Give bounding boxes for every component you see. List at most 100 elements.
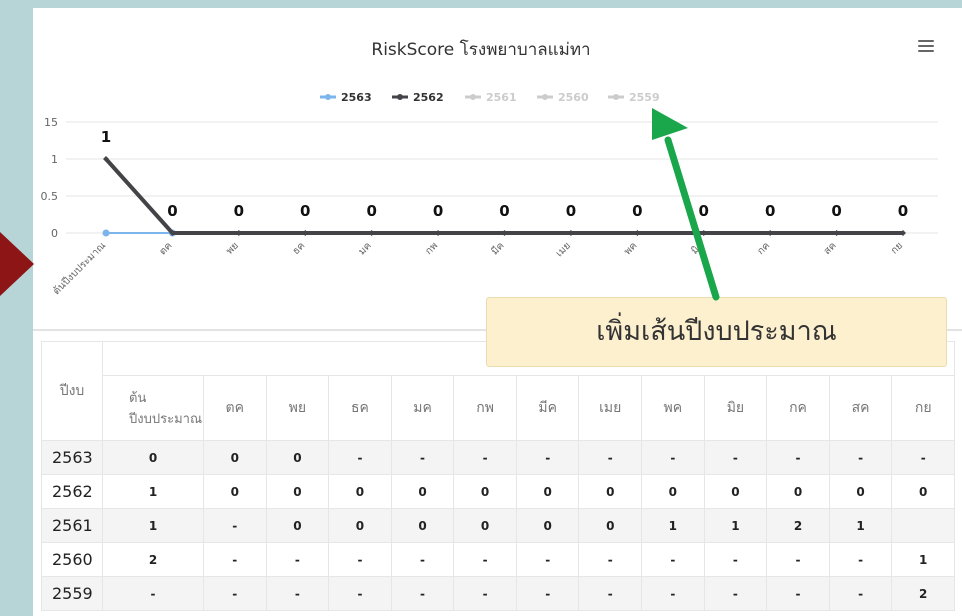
row-year: 2563 bbox=[41, 440, 103, 475]
data-label: 0 bbox=[433, 202, 443, 220]
table-cell: - bbox=[515, 440, 580, 475]
y-tick-label: 0.5 bbox=[41, 190, 59, 203]
table-cell: 0 bbox=[265, 474, 330, 509]
table-cell: - bbox=[828, 576, 893, 611]
x-tick-label: มค bbox=[357, 240, 374, 257]
y-tick-label: 1 bbox=[51, 153, 58, 166]
column-header: กย bbox=[891, 375, 956, 441]
table-cell: - bbox=[703, 440, 768, 475]
table-cell: - bbox=[515, 542, 580, 577]
legend-label: 2562 bbox=[413, 91, 444, 104]
column-header: ตค bbox=[203, 375, 267, 441]
legend-item-2561[interactable]: 2561 bbox=[465, 91, 517, 104]
point-2562[interactable] bbox=[700, 230, 707, 236]
table-cell: - bbox=[453, 576, 517, 611]
column-header: สค bbox=[828, 375, 893, 441]
table-cell: 0 bbox=[203, 474, 267, 509]
table-cell: 0 bbox=[203, 440, 267, 475]
table-cell: - bbox=[703, 576, 768, 611]
x-tick-label: ธค bbox=[291, 240, 308, 257]
data-label: 0 bbox=[300, 202, 310, 220]
data-label: 0 bbox=[765, 202, 775, 220]
column-header: กค bbox=[766, 375, 830, 441]
column-header: พย bbox=[265, 375, 330, 441]
table-row: 2561 1-0 0 0 0 0 0 1 1 2 1 bbox=[41, 508, 956, 543]
column-header: ต้น ปีงบประมาณ bbox=[102, 375, 204, 441]
point-2562[interactable] bbox=[567, 230, 574, 236]
x-tick-label: เมย bbox=[554, 240, 573, 259]
table-cell: 0 bbox=[265, 508, 330, 543]
point-2563[interactable] bbox=[102, 229, 110, 237]
table-cell: 2 bbox=[766, 508, 830, 543]
table-cell: 0 bbox=[641, 474, 705, 509]
table-cell: - bbox=[766, 440, 830, 475]
table-cell: - bbox=[203, 576, 267, 611]
legend-marker bbox=[470, 94, 476, 100]
table-cell: - bbox=[766, 576, 830, 611]
table-cell: 0 bbox=[390, 474, 455, 509]
row-year: 2561 bbox=[41, 508, 103, 543]
row-year: 2560 bbox=[41, 542, 103, 577]
table-cell: 0 bbox=[891, 474, 956, 509]
legend-marker bbox=[397, 94, 403, 100]
legend-label: 2561 bbox=[486, 91, 517, 104]
table-cell: 0 bbox=[578, 508, 643, 543]
legend-marker bbox=[542, 94, 548, 100]
table-cell: - bbox=[390, 542, 455, 577]
point-2562[interactable] bbox=[634, 230, 641, 236]
table-cell: 0 bbox=[328, 474, 392, 509]
table-cell: - bbox=[578, 542, 643, 577]
column-header: ธค bbox=[328, 375, 392, 441]
table-cell: 0 bbox=[766, 474, 830, 509]
legend-item-2562[interactable]: 2562 bbox=[392, 91, 444, 104]
table-cell: 0 bbox=[828, 474, 893, 509]
legend-item-2563[interactable]: 2563 bbox=[320, 91, 372, 104]
table-cell: - bbox=[328, 576, 392, 611]
line-chart: 1510.50ต้นปีงบประมาณ ตค พย ธค มค กพ มีค เมย พค มิ… bbox=[41, 91, 938, 297]
table-cell: 1 bbox=[703, 508, 768, 543]
point-2562[interactable] bbox=[302, 230, 309, 236]
data-label: 0 bbox=[499, 202, 509, 220]
point-2562[interactable] bbox=[501, 230, 508, 236]
table-cell: - bbox=[453, 542, 517, 577]
row-year: 2562 bbox=[41, 474, 103, 509]
data-label: 0 bbox=[234, 202, 244, 220]
point-2562[interactable] bbox=[435, 230, 442, 236]
table-cell: 0 bbox=[328, 508, 392, 543]
column-header: พค bbox=[641, 375, 705, 441]
table-cell: - bbox=[328, 440, 392, 475]
point-2562[interactable] bbox=[767, 230, 774, 236]
column-header: มีค bbox=[515, 375, 580, 441]
column-header: มิย bbox=[703, 375, 768, 441]
legend-marker bbox=[613, 94, 619, 100]
riskscore-table: ปีงบ RiskScore ต้น ปีงบประมาณตคพยธคมคกพม… bbox=[41, 341, 956, 611]
data-label: 0 bbox=[566, 202, 576, 220]
legend-item-2560[interactable]: 2560 bbox=[537, 91, 589, 104]
x-tick-label: สค bbox=[822, 240, 839, 257]
point-2562[interactable] bbox=[833, 230, 840, 236]
legend-marker bbox=[325, 94, 331, 100]
column-header: กพ bbox=[453, 375, 517, 441]
table-row: 2560 2- - - - - - - - - - -1 bbox=[41, 542, 956, 577]
x-tick-label: มิย bbox=[689, 240, 706, 257]
table-row: 2559- - - - - - - - - - - -2 bbox=[41, 576, 956, 611]
x-tick-label: กค bbox=[755, 240, 772, 257]
table-cell: - bbox=[641, 576, 705, 611]
legend-item-2559[interactable]: 2559 bbox=[608, 91, 660, 104]
x-tick-label: มีค bbox=[489, 240, 507, 258]
table-cell: - bbox=[766, 542, 830, 577]
point-2562[interactable] bbox=[235, 230, 242, 236]
table-cell: - bbox=[578, 440, 643, 475]
y-tick-label: 15 bbox=[44, 116, 58, 129]
table-cell: 2 bbox=[102, 542, 204, 577]
point-2562[interactable] bbox=[900, 230, 906, 236]
table-row: 2562 1 0 0 0 0 0 0 0 0 0 0 0 0 bbox=[41, 474, 956, 509]
annotation-callout: เพิ่มเส้นปีงบประมาณ bbox=[486, 297, 947, 367]
row-year: 2559 bbox=[41, 576, 103, 611]
table-cell: - bbox=[828, 440, 893, 475]
table-cell: 0 bbox=[578, 474, 643, 509]
table-row: 2563 0 0 0- - - - - - - - - - bbox=[41, 440, 956, 475]
table-cell: - bbox=[641, 440, 705, 475]
point-2562[interactable] bbox=[368, 230, 375, 236]
data-label: 0 bbox=[898, 202, 908, 220]
